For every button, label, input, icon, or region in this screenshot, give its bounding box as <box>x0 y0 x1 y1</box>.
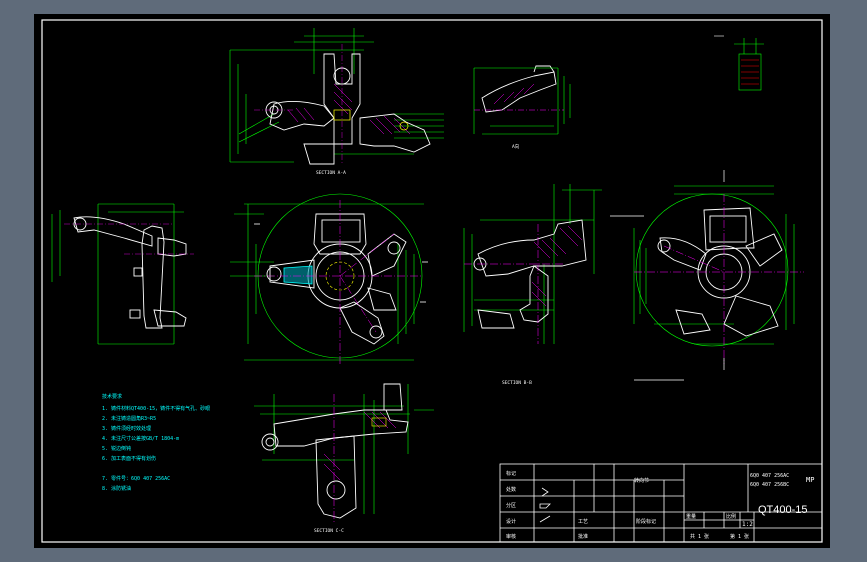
drawing-sheet: SECTION A-A A向 SECTION B-B SECTION C-C 技… <box>34 14 830 548</box>
label-section-a-a: SECTION A-A <box>316 170 346 176</box>
title-cell-label: 比例 <box>726 513 736 520</box>
label-section-c-c: SECTION C-C <box>314 528 344 534</box>
view-section-c-c <box>254 383 434 522</box>
view-detail-a <box>473 65 571 135</box>
title-cell-label: 分区 <box>506 502 516 509</box>
note-line: 6. 加工表面不得有划伤 <box>102 455 156 462</box>
note-line: 7. 零件号：6Q0 407 256AC <box>102 475 170 482</box>
part-name: 转向节 <box>634 477 649 484</box>
view-left-elevation <box>51 203 194 345</box>
note-line: 1. 铸件材料QT400-15，铸件不得有气孔、砂眼 <box>102 405 210 412</box>
title-cell-label: 审核 <box>506 533 516 540</box>
sheet-index: 第 1 张 <box>730 533 749 540</box>
part-code: MP <box>806 476 814 484</box>
note-line: 4. 未注尺寸公差按GB/T 1804-m <box>102 435 179 442</box>
technical-notes: 技术要求 1. 铸件材料QT400-15，铸件不得有气孔、砂眼 2. 未注铸造圆… <box>102 393 210 492</box>
part-number: 6Q0 407 256AC <box>750 473 789 479</box>
label-section-b-b: SECTION B-B <box>502 380 532 386</box>
scale: 1:2 <box>742 521 753 528</box>
title-cell-label: 阶段标记 <box>636 518 656 525</box>
view-right-elevation <box>610 170 804 381</box>
note-line: 5. 锐边倒钝 <box>102 445 131 452</box>
title-cell-label: 设计 <box>506 518 516 525</box>
material: QT400-15 <box>758 504 808 516</box>
note-line: 8. 涂防锈油 <box>102 485 131 492</box>
roughness-legend <box>714 35 764 91</box>
notes-title: 技术要求 <box>102 393 122 400</box>
label-detail-view: A向 <box>512 143 520 150</box>
view-section-b-b <box>463 184 602 344</box>
view-front-main <box>230 193 428 364</box>
view-section-a-a <box>229 28 444 165</box>
note-line: 3. 铸件须经时效处理 <box>102 425 151 432</box>
title-cell-label: 重量 <box>686 513 696 520</box>
cad-drawing: SECTION A-A A向 SECTION B-B SECTION C-C 技… <box>41 19 823 543</box>
title-block-text: 标记 处数 分区 设计 审核 工艺 批准 阶段标记 重量 比例 转向节 6Q0 … <box>506 470 814 540</box>
title-cell-label: 批准 <box>578 533 588 540</box>
sheet-total: 共 1 张 <box>690 533 709 540</box>
title-cell-label: 工艺 <box>578 519 588 525</box>
part-number: 6Q0 407 256BC <box>750 482 789 488</box>
title-cell-label: 标记 <box>506 470 516 477</box>
title-cell-label: 处数 <box>506 486 516 493</box>
note-line: 2. 未注铸造圆角R3~R5 <box>102 415 156 422</box>
